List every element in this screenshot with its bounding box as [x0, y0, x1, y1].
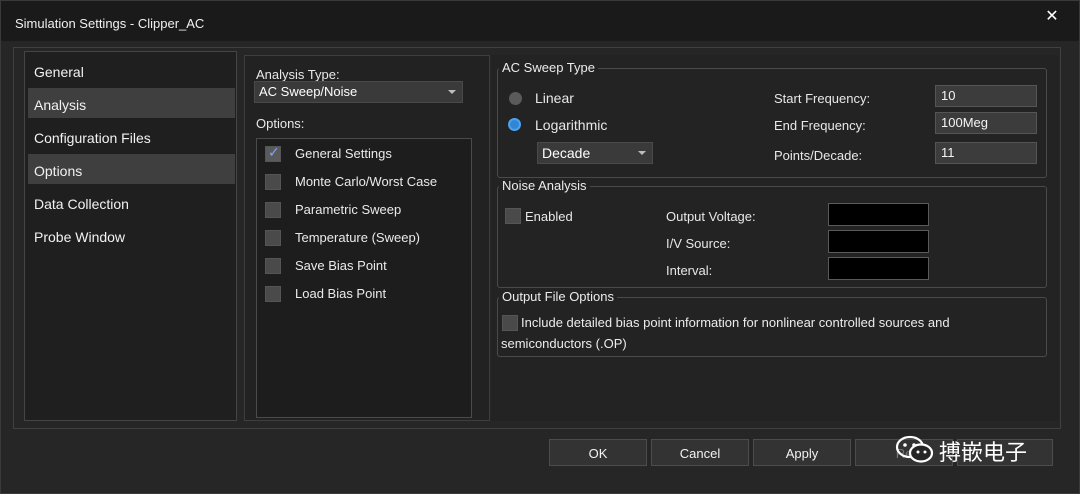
ok-button[interactable]: OK — [549, 439, 647, 466]
simulation-settings-window: Simulation Settings - Clipper_AC ✕ Gener… — [0, 0, 1080, 494]
option-parametric-sweep[interactable]: Parametric Sweep — [265, 199, 465, 221]
points-per-decade-label: Points/Decade: — [774, 148, 863, 163]
logarithmic-radio[interactable] — [508, 118, 521, 131]
title-bar: Simulation Settings - Clipper_AC ✕ — [1, 1, 1079, 41]
start-frequency-label: Start Frequency: — [774, 91, 871, 106]
ac-sweep-group-title: AC Sweep Type — [499, 60, 598, 75]
logarithmic-label: Logarithmic — [535, 117, 608, 133]
end-frequency-input[interactable]: 100Meg — [935, 112, 1037, 134]
nav-item-analysis[interactable]: Analysis — [28, 88, 235, 118]
analysis-type-value: AC Sweep/Noise — [259, 84, 358, 99]
sweep-scale-dropdown[interactable]: Decade — [537, 142, 653, 164]
option-label: Monte Carlo/Worst Case — [295, 174, 438, 189]
settings-nav: General Analysis Configuration Files Opt… — [24, 51, 237, 421]
end-frequency-label: End Frequency: — [774, 118, 866, 133]
detailed-bias-label-line1: Include detailed bias point information … — [521, 315, 950, 330]
wechat-watermark: 搏嵌电子 — [891, 429, 1059, 469]
checkbox-temperature-sweep[interactable] — [265, 230, 281, 246]
output-voltage-label: Output Voltage: — [666, 209, 756, 224]
start-frequency-input[interactable]: 10 — [935, 85, 1037, 107]
chevron-down-icon — [638, 151, 646, 155]
option-temperature-sweep[interactable]: Temperature (Sweep) — [265, 227, 465, 249]
output-file-options-group-title: Output File Options — [499, 289, 617, 304]
checkbox-save-bias-point[interactable] — [265, 258, 281, 274]
cancel-button[interactable]: Cancel — [651, 439, 749, 466]
noise-analysis-group — [497, 186, 1047, 288]
apply-button[interactable]: Apply — [753, 439, 851, 466]
wechat-logo-icon — [895, 435, 934, 463]
close-icon[interactable]: ✕ — [1039, 7, 1065, 27]
nav-item-probe-window[interactable]: Probe Window — [28, 220, 235, 250]
noise-enabled-checkbox[interactable] — [505, 208, 521, 224]
watermark-text: 搏嵌电子 — [939, 440, 1028, 465]
option-label: Parametric Sweep — [295, 202, 402, 217]
option-save-bias-point[interactable]: Save Bias Point — [265, 255, 465, 277]
noise-enabled-label: Enabled — [525, 209, 573, 224]
output-voltage-input[interactable] — [828, 203, 929, 226]
interval-label: Interval: — [666, 263, 713, 278]
nav-item-general[interactable]: General — [28, 55, 235, 85]
option-label: Load Bias Point — [295, 286, 387, 301]
sweep-scale-value: Decade — [542, 145, 591, 161]
points-per-decade-input[interactable]: 11 — [935, 142, 1037, 164]
nav-item-options[interactable]: Options — [28, 154, 235, 184]
noise-analysis-group-title: Noise Analysis — [499, 178, 590, 193]
option-monte-carlo[interactable]: Monte Carlo/Worst Case — [265, 171, 465, 193]
checkbox-monte-carlo[interactable] — [265, 174, 281, 190]
options-list: ✓ General Settings Monte Carlo/Worst Cas… — [256, 138, 472, 418]
option-label: Save Bias Point — [295, 258, 387, 273]
interval-input[interactable] — [828, 257, 929, 280]
analysis-type-dropdown[interactable]: AC Sweep/Noise — [254, 81, 463, 103]
chevron-down-icon — [448, 90, 456, 94]
nav-item-configuration-files[interactable]: Configuration Files — [28, 121, 235, 151]
checkbox-parametric-sweep[interactable] — [265, 202, 281, 218]
options-label: Options: — [256, 116, 305, 131]
linear-radio[interactable] — [509, 92, 522, 105]
linear-label: Linear — [535, 90, 574, 106]
nav-item-data-collection[interactable]: Data Collection — [28, 187, 235, 217]
iv-source-label: I/V Source: — [666, 236, 731, 251]
detailed-bias-checkbox[interactable] — [502, 315, 518, 331]
iv-source-input[interactable] — [828, 230, 929, 253]
option-label: Temperature (Sweep) — [295, 230, 420, 245]
analysis-type-label: Analysis Type: — [256, 67, 340, 82]
option-load-bias-point[interactable]: Load Bias Point — [265, 283, 465, 305]
checkbox-general-settings[interactable]: ✓ — [265, 144, 281, 162]
window-title: Simulation Settings - Clipper_AC — [15, 16, 205, 31]
checkbox-load-bias-point[interactable] — [265, 286, 281, 302]
detailed-bias-label-line2: semiconductors (.OP) — [501, 336, 627, 351]
option-label: General Settings — [295, 146, 392, 161]
checkmark-icon: ✓ — [268, 144, 280, 160]
option-general-settings[interactable]: ✓ General Settings — [265, 143, 465, 165]
